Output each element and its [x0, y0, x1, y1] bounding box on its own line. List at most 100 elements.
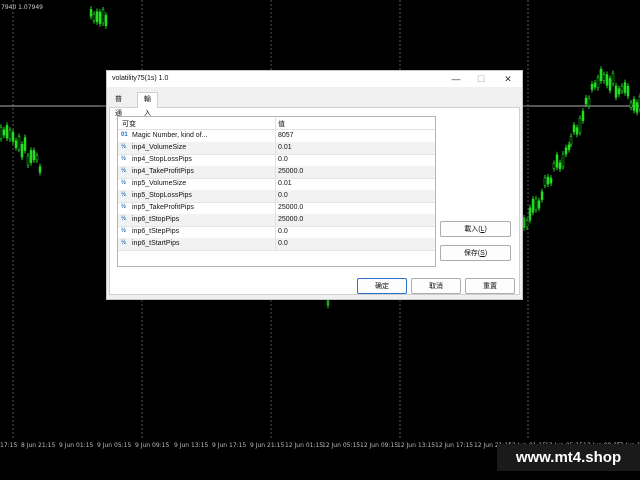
candle-body [590, 84, 594, 90]
candle-body [546, 176, 550, 185]
candle-body [38, 166, 42, 173]
column-header-variable[interactable]: 可变 [122, 119, 136, 129]
candle-body [89, 9, 93, 17]
param-type-icon: ½ [121, 168, 127, 174]
candle-body [572, 124, 576, 133]
candle-body [552, 163, 556, 169]
column-divider [275, 130, 276, 142]
candle-body [35, 155, 39, 161]
param-value[interactable]: 0.01 [278, 144, 292, 151]
time-axis-label: 12 Jun 13:15 [397, 442, 436, 449]
tab-inputs[interactable]: 輸入 [137, 92, 158, 117]
param-name: inp6_tStepPips [132, 228, 180, 235]
tab-general[interactable]: 普通 [109, 93, 128, 117]
param-value[interactable]: 0.0 [278, 192, 288, 199]
param-type-icon: ½ [121, 192, 127, 198]
cancel-button[interactable]: 取消 [411, 278, 461, 294]
candle-body [101, 9, 105, 24]
ea-properties-dialog: volatility75(1s) 1.0 — ☐ ✕ 普通 輸入 可变 值 01… [106, 70, 523, 300]
column-divider [275, 238, 276, 250]
column-divider[interactable] [275, 117, 276, 129]
param-value[interactable]: 8057 [278, 132, 294, 139]
candle-body [534, 198, 538, 210]
save-button-label: 保存( [463, 250, 481, 257]
candle-body [522, 217, 526, 229]
param-value[interactable]: 25000.0 [278, 168, 303, 175]
param-value[interactable]: 0.0 [278, 156, 288, 163]
candle-body [26, 155, 30, 166]
candle-body [620, 85, 624, 92]
candle-body [587, 98, 591, 107]
param-value[interactable]: 0.0 [278, 228, 288, 235]
save-button-label-end: ) [484, 249, 488, 257]
time-axis-label: 9 Jun 01:15 [59, 442, 94, 449]
param-type-icon: ½ [121, 204, 127, 210]
column-header-value[interactable]: 值 [278, 119, 285, 129]
candle-body [581, 111, 585, 121]
candle-body [564, 147, 568, 155]
candle-body [23, 137, 27, 151]
param-name: inp4_StopLossPips [132, 156, 192, 163]
candle-body [29, 150, 33, 163]
close-icon[interactable]: ✕ [497, 71, 519, 87]
time-axis-label: 9 Jun 13:15 [174, 442, 209, 449]
watermark: www.mt4.shop [497, 444, 640, 471]
candle-body [549, 177, 553, 184]
candle-body [2, 129, 6, 136]
load-button-label-end: ) [484, 225, 487, 233]
time-axis-label: 9 Jun 21:15 [250, 442, 285, 449]
candle-body [104, 15, 108, 26]
param-value[interactable]: 0.0 [278, 240, 288, 247]
candle-body [569, 136, 573, 145]
column-divider [275, 214, 276, 226]
save-button[interactable]: 保存(S) [440, 245, 511, 261]
dialog-title: volatility75(1s) 1.0 [112, 75, 169, 82]
candle-body [602, 74, 606, 81]
candle-body [623, 82, 627, 93]
param-type-icon: 01 [121, 132, 128, 138]
candle-body [14, 140, 18, 148]
maximize-icon[interactable]: ☐ [470, 71, 492, 87]
time-axis-label: 8 Jun 21:15 [21, 442, 56, 449]
candle-body [567, 144, 571, 150]
candle-body [578, 118, 582, 133]
candle-body [95, 11, 99, 23]
candle-body [626, 85, 630, 97]
column-divider [275, 178, 276, 190]
param-name: inp6_tStartPips [132, 240, 180, 247]
table-row[interactable]: ½ inp6_tStartPips 0.0 [118, 238, 435, 251]
candle-body [605, 74, 609, 86]
time-axis-label: 9 Jun 17:15 [212, 442, 247, 449]
load-button-label: 載入( [464, 226, 481, 233]
candle-body [543, 177, 547, 186]
candle-body [17, 136, 21, 150]
param-name: inp5_VolumeSize [132, 180, 187, 187]
candle-body [98, 11, 102, 24]
time-axis-label: 12 Jun 01:15 [285, 442, 324, 449]
param-value[interactable]: 0.01 [278, 180, 292, 187]
column-divider [275, 154, 276, 166]
ok-button[interactable]: 确定 [357, 278, 407, 294]
candle-body [611, 73, 615, 84]
candle-body [632, 99, 636, 111]
param-value[interactable]: 25000.0 [278, 204, 303, 211]
candle-body [584, 97, 588, 105]
dialog-titlebar[interactable]: volatility75(1s) 1.0 — ☐ ✕ [107, 71, 522, 87]
param-value[interactable]: 25000.0 [278, 216, 303, 223]
time-axis-label: 9 Jun 09:15 [135, 442, 170, 449]
reset-button[interactable]: 重置 [465, 278, 515, 294]
param-name: inp5_StopLossPips [132, 192, 192, 199]
time-axis-label: 17:15 [0, 442, 18, 449]
table-header: 可变 值 [118, 117, 435, 130]
minimize-icon[interactable]: — [445, 71, 467, 87]
candle-body [593, 82, 597, 88]
load-button[interactable]: 載入(L) [440, 221, 511, 237]
candle-body [575, 127, 579, 135]
inputs-table: 可变 值 01 Magic Number, kind of... 8057 ½ inp4… [117, 116, 436, 267]
candle-body [561, 153, 565, 167]
candle-body [0, 127, 3, 139]
candle-body [8, 129, 12, 140]
candle-body [528, 207, 532, 221]
candle-body [531, 198, 535, 213]
param-type-icon: ½ [121, 144, 127, 150]
